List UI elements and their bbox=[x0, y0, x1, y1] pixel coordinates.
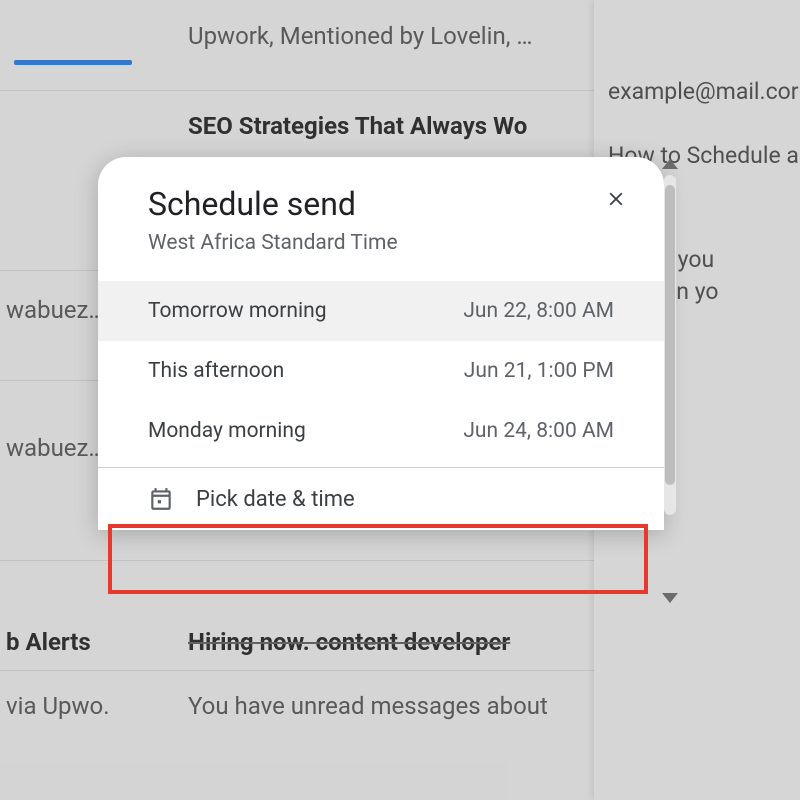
option-time: Jun 22, 8:00 AM bbox=[463, 299, 614, 323]
option-time: Jun 21, 1:00 PM bbox=[464, 359, 614, 383]
schedule-options-list: Tomorrow morning Jun 22, 8:00 AM This af… bbox=[98, 281, 664, 461]
schedule-send-dialog: Schedule send West Africa Standard Time … bbox=[98, 157, 664, 530]
schedule-option-tomorrow-morning[interactable]: Tomorrow morning Jun 22, 8:00 AM bbox=[98, 281, 664, 341]
option-label: This afternoon bbox=[148, 359, 284, 383]
scroll-down-arrow-icon[interactable] bbox=[662, 593, 678, 603]
close-button[interactable] bbox=[596, 179, 636, 219]
option-label: Monday morning bbox=[148, 419, 306, 443]
option-label: Tomorrow morning bbox=[148, 299, 326, 323]
pick-date-time-label: Pick date & time bbox=[196, 487, 355, 512]
dialog-title: Schedule send bbox=[148, 185, 594, 223]
scroll-up-arrow-icon[interactable] bbox=[662, 159, 678, 169]
dialog-scrollbar[interactable] bbox=[664, 175, 676, 515]
schedule-option-this-afternoon[interactable]: This afternoon Jun 21, 1:00 PM bbox=[98, 341, 664, 401]
pick-date-time-button[interactable]: Pick date & time bbox=[98, 468, 664, 530]
dialog-timezone: West Africa Standard Time bbox=[148, 231, 594, 255]
schedule-option-monday-morning[interactable]: Monday morning Jun 24, 8:00 AM bbox=[98, 401, 664, 461]
option-time: Jun 24, 8:00 AM bbox=[463, 419, 614, 443]
close-icon bbox=[605, 188, 627, 210]
calendar-icon bbox=[148, 486, 174, 512]
